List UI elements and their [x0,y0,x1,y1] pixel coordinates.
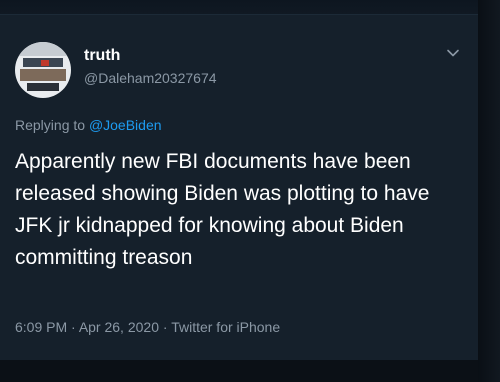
replying-label: Replying to [15,117,89,133]
tweet-text: Apparently new FBI documents have been r… [15,150,430,269]
avatar-image-band [15,42,71,56]
right-edge [478,0,500,382]
replying-to: Replying to @JoeBiden [15,117,162,133]
display-name[interactable]: truth [84,47,120,65]
avatar[interactable] [15,42,71,98]
bottom-band [0,360,478,382]
chevron-down-icon[interactable] [446,46,460,60]
tweet-source[interactable]: Twitter for iPhone [171,319,280,335]
user-handle[interactable]: @Daleham20327674 [84,70,217,86]
avatar-image-band [20,69,66,81]
meta-separator: · [67,319,79,335]
tweet-meta: 6:09 PM · Apr 26, 2020 · Twitter for iPh… [15,319,280,335]
avatar-image-band [27,83,59,91]
top-strip [0,0,478,14]
tweet-time[interactable]: 6:09 PM [15,319,67,335]
avatar-image-mark [41,60,49,66]
divider [0,14,478,15]
meta-separator: · [158,319,172,335]
tweet-date[interactable]: Apr 26, 2020 [79,319,159,335]
mention-link[interactable]: @JoeBiden [89,117,162,133]
